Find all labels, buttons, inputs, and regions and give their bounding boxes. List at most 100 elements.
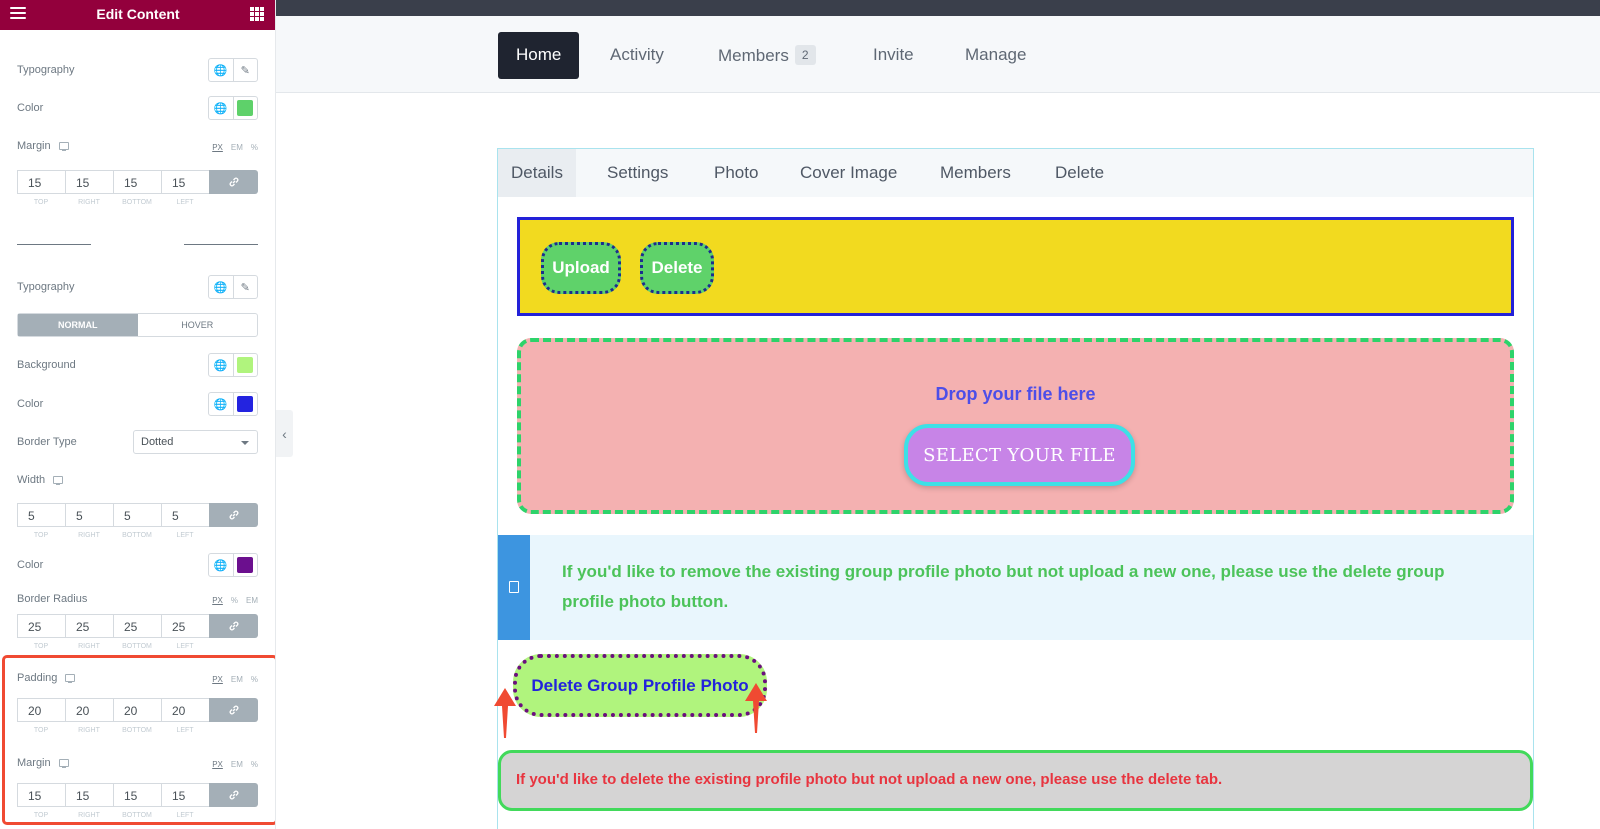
tab-delete[interactable]: Delete xyxy=(1055,149,1104,197)
radius-top-input[interactable]: 25 xyxy=(17,614,65,638)
tab-normal[interactable]: NORMAL xyxy=(18,314,138,336)
background-controls: 🌐 xyxy=(208,353,258,377)
width-label: Width xyxy=(17,474,46,486)
warning-notice: If you'd like to delete the existing pro… xyxy=(498,750,1533,811)
collapse-panel-chevron-icon[interactable]: ‹ xyxy=(276,410,293,457)
border-radius-dimensions: 25 25 25 25 xyxy=(17,614,258,638)
color-swatch[interactable] xyxy=(234,554,258,576)
dimension-labels: TOP RIGHT BOTTOM LEFT xyxy=(33,643,194,650)
typography-label: Typography xyxy=(17,64,75,76)
radius-bottom-input[interactable]: 25 xyxy=(113,614,161,638)
unit-em[interactable]: EM xyxy=(246,596,258,605)
annotation-arrow-icon xyxy=(745,683,767,733)
link-values-button[interactable] xyxy=(209,614,258,638)
nav-activity[interactable]: Activity xyxy=(610,32,664,79)
admin-top-bar xyxy=(276,0,1600,16)
nav-home[interactable]: Home xyxy=(498,32,580,79)
upload-button[interactable]: Upload xyxy=(541,242,621,294)
widgets-grid-icon[interactable] xyxy=(250,7,264,21)
info-notice: If you'd like to remove the existing gro… xyxy=(498,535,1533,640)
link-values-button[interactable] xyxy=(209,170,258,194)
global-icon[interactable]: 🌐 xyxy=(209,354,234,376)
global-icon[interactable]: 🌐 xyxy=(209,97,234,119)
file-drop-zone[interactable]: Drop your file here SELECT YOUR FILE xyxy=(517,338,1514,514)
radius-left-input[interactable]: 25 xyxy=(161,614,209,638)
margin-dimensions: 15 15 15 15 xyxy=(17,170,258,194)
link-values-button[interactable] xyxy=(209,503,258,527)
divider-right xyxy=(184,244,258,245)
color-label: Color xyxy=(17,398,44,410)
info-icon xyxy=(509,581,519,593)
color-label: Color xyxy=(17,102,44,114)
color-controls: 🌐 xyxy=(208,96,258,120)
border-type-select[interactable]: Dotted xyxy=(133,430,258,454)
margin-right-input[interactable]: 15 xyxy=(65,170,113,194)
edit-pencil-icon[interactable]: ✎ xyxy=(234,276,258,298)
radius-right-input[interactable]: 25 xyxy=(65,614,113,638)
edit-pencil-icon[interactable]: ✎ xyxy=(234,59,258,81)
manage-panel: Details Settings Photo Cover Image Membe… xyxy=(497,148,1534,829)
members-count-badge: 2 xyxy=(794,45,816,65)
width-bottom-input[interactable]: 5 xyxy=(113,503,161,527)
unit-px[interactable]: PX xyxy=(212,596,223,605)
color-controls: 🌐 xyxy=(208,392,258,416)
nav-invite[interactable]: Invite xyxy=(873,32,914,79)
global-icon[interactable]: 🌐 xyxy=(209,59,234,81)
color-swatch[interactable] xyxy=(234,354,258,376)
tab-members[interactable]: Members xyxy=(940,149,1011,197)
link-icon xyxy=(229,621,238,631)
border-type-control: Border Type Dotted xyxy=(17,430,258,454)
delete-button[interactable]: Delete xyxy=(640,242,714,294)
tab-cover-image[interactable]: Cover Image xyxy=(800,149,897,197)
width-top-input[interactable]: 5 xyxy=(17,503,65,527)
tab-photo[interactable]: Photo xyxy=(714,149,758,197)
global-icon[interactable]: 🌐 xyxy=(209,393,234,415)
width-right-input[interactable]: 5 xyxy=(65,503,113,527)
typography-control: Typography 🌐 ✎ xyxy=(17,275,258,299)
unit-px[interactable]: PX xyxy=(212,143,223,152)
tab-details[interactable]: Details xyxy=(498,149,576,197)
warning-notice-text: If you'd like to delete the existing pro… xyxy=(516,771,1223,788)
color-control: Color 🌐 xyxy=(17,392,258,416)
desktop-icon[interactable] xyxy=(53,476,64,486)
typography-controls: 🌐 ✎ xyxy=(208,58,258,82)
desktop-icon[interactable] xyxy=(58,142,69,152)
global-icon[interactable]: 🌐 xyxy=(209,276,234,298)
margin-top-input[interactable]: 15 xyxy=(17,170,65,194)
typography-controls: 🌐 ✎ xyxy=(208,275,258,299)
color-swatch[interactable] xyxy=(234,393,258,415)
nav-members-label: Members xyxy=(718,46,789,65)
typography-control: Typography 🌐 ✎ xyxy=(17,58,258,82)
width-control: Width xyxy=(17,474,258,488)
tab-hover[interactable]: HOVER xyxy=(138,314,258,336)
nav-manage[interactable]: Manage xyxy=(965,32,1026,79)
select-file-button[interactable]: SELECT YOUR FILE xyxy=(904,424,1135,486)
tab-settings[interactable]: Settings xyxy=(607,149,668,197)
link-icon xyxy=(229,510,238,520)
unit-percent[interactable]: % xyxy=(251,143,258,152)
border-radius-label: Border Radius xyxy=(17,593,88,605)
background-control: Background 🌐 xyxy=(17,353,258,377)
info-icon-bar xyxy=(498,535,530,640)
global-icon[interactable]: 🌐 xyxy=(209,554,234,576)
unit-percent[interactable]: % xyxy=(231,596,238,605)
margin-left-input[interactable]: 15 xyxy=(161,170,209,194)
nav-members[interactable]: Members 2 xyxy=(718,32,816,79)
link-icon xyxy=(229,177,238,187)
color-control: Color 🌐 xyxy=(17,96,258,120)
dimension-labels: TOP RIGHT BOTTOM LEFT xyxy=(33,199,194,206)
border-type-label: Border Type xyxy=(17,436,77,448)
color-swatch[interactable] xyxy=(234,97,258,119)
width-left-input[interactable]: 5 xyxy=(161,503,209,527)
margin-control: Margin PX EM % xyxy=(17,140,258,154)
annotation-highlight-box xyxy=(2,655,275,825)
margin-bottom-input[interactable]: 15 xyxy=(113,170,161,194)
unit-switcher: PX EM % xyxy=(212,143,258,152)
editor-panel: Edit Content Typography 🌐 ✎ Color 🌐 Marg… xyxy=(0,0,276,829)
delete-group-profile-photo-button[interactable]: Delete Group Profile Photo xyxy=(513,654,767,717)
unit-switcher: PX % EM xyxy=(212,596,258,605)
dimension-labels: TOP RIGHT BOTTOM LEFT xyxy=(33,532,194,539)
state-tabs: NORMAL HOVER xyxy=(17,313,258,337)
unit-em[interactable]: EM xyxy=(231,143,243,152)
typography-label: Typography xyxy=(17,281,75,293)
